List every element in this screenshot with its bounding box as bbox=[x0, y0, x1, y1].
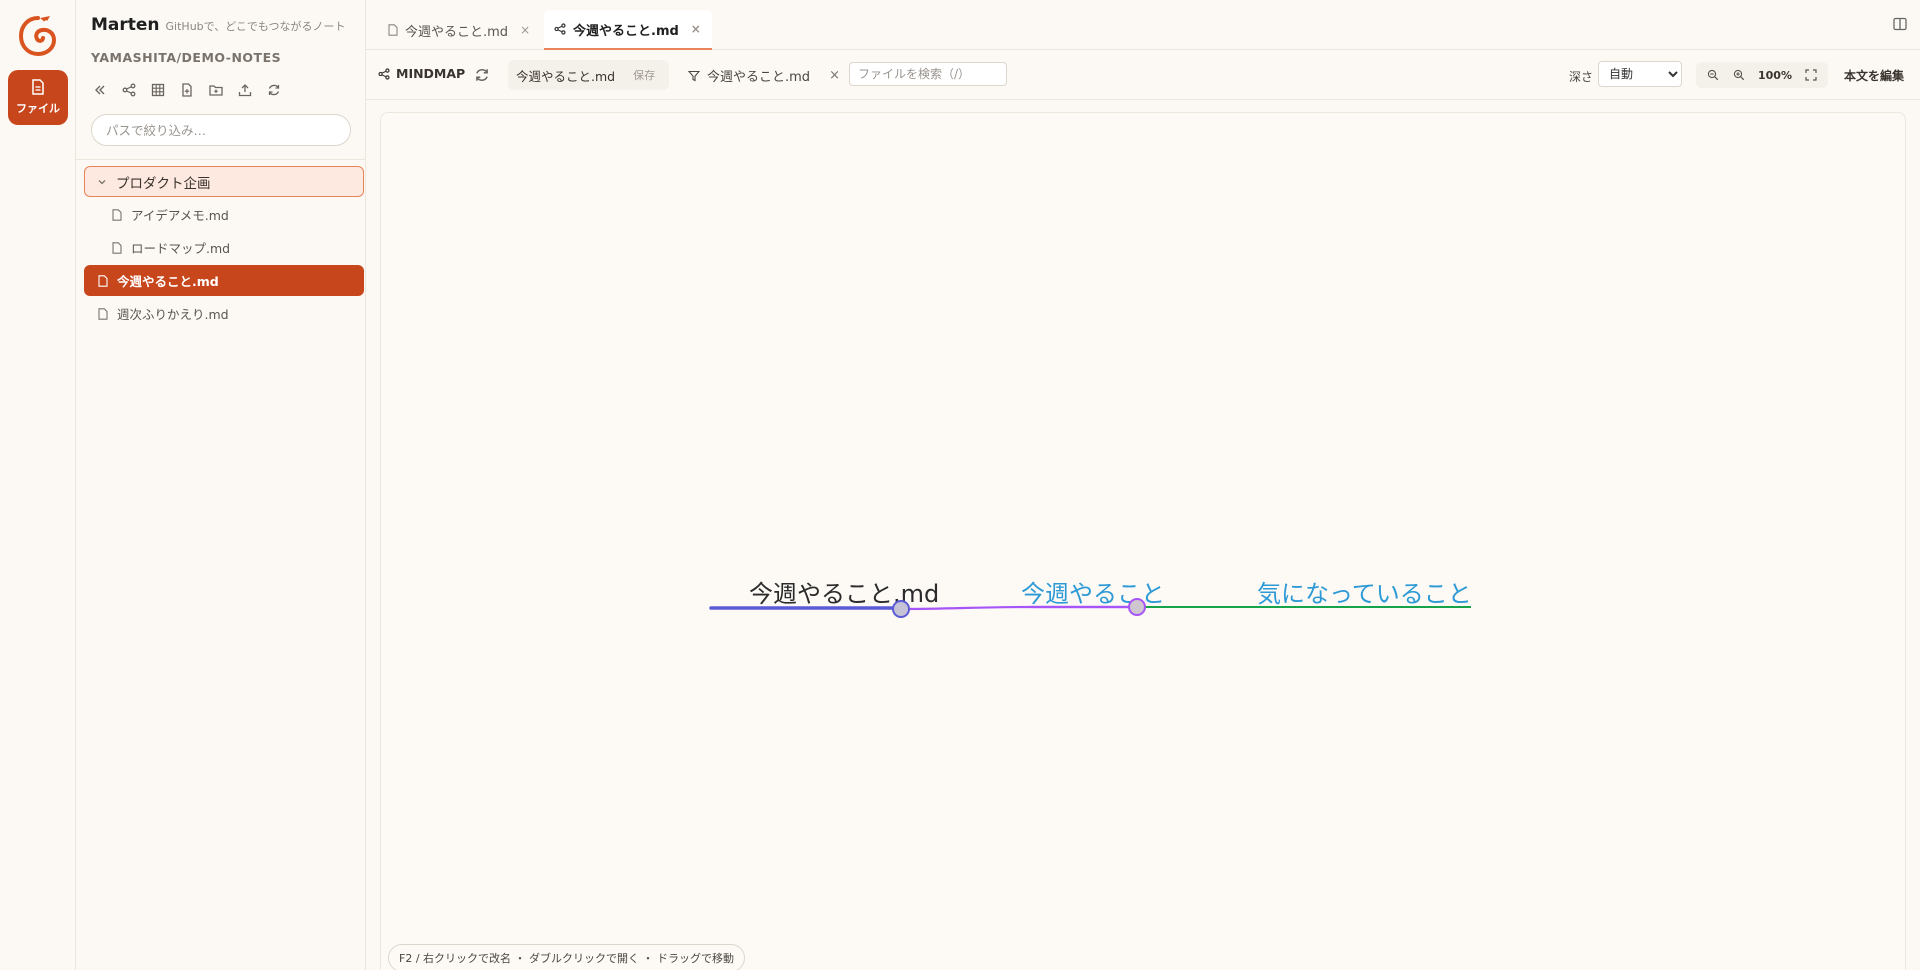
mindmap-child-toggle[interactable] bbox=[1128, 598, 1146, 616]
close-icon[interactable]: × bbox=[520, 23, 530, 37]
tree-folder-label: プロダクト企画 bbox=[116, 175, 211, 192]
new-file-button[interactable] bbox=[177, 80, 197, 100]
file-icon bbox=[110, 241, 124, 255]
file-filter-chip: 今週やること.md × bbox=[688, 66, 840, 85]
main-pane: 今週やること.md × 今週やること.md × MINDMAP 今週やること.m… bbox=[366, 0, 1920, 970]
mindmap-canvas[interactable]: 今週やること.md 今週やること 気になっていること bbox=[380, 112, 1906, 970]
save-button[interactable]: 保存 bbox=[633, 67, 655, 83]
share-nodes-icon bbox=[378, 67, 390, 80]
new-folder-button[interactable] bbox=[206, 80, 226, 100]
chevron-down-icon bbox=[95, 175, 109, 189]
brand: Marten GitHubで、どこでもつながるノート bbox=[91, 15, 345, 35]
tab-file[interactable]: 今週やること.md × bbox=[388, 10, 530, 50]
table-view-button[interactable] bbox=[148, 80, 168, 100]
tab-label: 今週やること.md bbox=[405, 24, 509, 40]
sidebar-divider bbox=[76, 159, 366, 160]
close-icon[interactable]: × bbox=[691, 22, 701, 36]
file-tree: プロダクト企画 アイデアメモ.md ロードマップ.md 今週やること.md 週次… bbox=[84, 166, 364, 331]
depth-select[interactable]: 自動 bbox=[1598, 61, 1682, 87]
mindmap-node-root[interactable]: 今週やること.md bbox=[749, 580, 939, 608]
tree-file-label: アイデアメモ.md bbox=[131, 208, 229, 223]
filter-icon bbox=[688, 70, 700, 81]
clear-filter-button[interactable]: × bbox=[829, 68, 840, 83]
document-icon bbox=[32, 79, 44, 95]
tree-file-this-week[interactable]: 今週やること.md bbox=[84, 265, 364, 296]
mindmap-mode-label: MINDMAP bbox=[378, 66, 465, 81]
tree-file-label: ロードマップ.md bbox=[131, 241, 231, 256]
file-icon bbox=[110, 208, 124, 222]
collapse-sidebar-button[interactable] bbox=[90, 80, 110, 100]
filter-chip-label: 今週やること.md bbox=[707, 70, 811, 85]
zoom-controls: 100% bbox=[1696, 62, 1828, 88]
mindmap-mode-text: MINDMAP bbox=[396, 66, 466, 81]
current-file-name: 今週やること.md bbox=[516, 68, 616, 84]
repo-name: YAMASHITA/DEMO-NOTES bbox=[91, 50, 282, 65]
current-file-chip: 今週やること.md 保存 bbox=[508, 60, 670, 90]
sidebar-toolbar bbox=[90, 80, 284, 100]
mindmap-root-toggle[interactable] bbox=[892, 600, 910, 618]
path-filter-input[interactable] bbox=[91, 114, 351, 146]
file-icon bbox=[96, 307, 110, 321]
depth-label: 深さ bbox=[1569, 70, 1594, 84]
file-search-input[interactable] bbox=[849, 62, 1007, 86]
fullscreen-icon bbox=[1805, 69, 1817, 81]
fit-view-button[interactable] bbox=[1804, 68, 1818, 82]
file-sidebar: Marten GitHubで、どこでもつながるノート YAMASHITA/DEM… bbox=[76, 0, 366, 970]
tree-file-idea-memo[interactable]: アイデアメモ.md bbox=[84, 199, 364, 230]
file-plus-icon bbox=[182, 83, 192, 97]
split-view-icon[interactable] bbox=[1892, 16, 1908, 32]
app-tagline: GitHubで、どこでもつながるノート bbox=[165, 20, 346, 33]
mindmap-node-grandchild[interactable]: 気になっていること bbox=[1257, 580, 1472, 608]
folder-plus-icon bbox=[209, 85, 223, 96]
edit-body-button[interactable]: 本文を編集 bbox=[1844, 67, 1904, 84]
sync-button[interactable] bbox=[264, 80, 284, 100]
tree-file-label: 今週やること.md bbox=[117, 274, 219, 289]
zoom-level: 100% bbox=[1758, 68, 1792, 82]
app-rail: ファイル bbox=[0, 0, 76, 970]
marten-logo-icon bbox=[18, 16, 57, 57]
files-rail-button[interactable]: ファイル bbox=[8, 70, 68, 125]
tree-file-weekly-review[interactable]: 週次ふりかえり.md bbox=[84, 298, 364, 329]
reload-mindmap-icon[interactable] bbox=[474, 67, 490, 83]
files-rail-label: ファイル bbox=[16, 102, 60, 115]
zoom-out-icon bbox=[1707, 69, 1719, 81]
app-name: Marten bbox=[91, 15, 160, 35]
upload-button[interactable] bbox=[235, 80, 255, 100]
zoom-out-button[interactable] bbox=[1706, 68, 1720, 82]
share-nodes-icon bbox=[122, 83, 136, 97]
mindmap-view-button[interactable] bbox=[119, 80, 139, 100]
share-nodes-icon bbox=[554, 23, 566, 35]
refresh-icon bbox=[268, 84, 280, 96]
keyboard-hint: F2 / 右クリックで改名 ・ ダブルクリックで開く ・ ドラッグで移動 bbox=[388, 944, 746, 970]
tab-mindmap[interactable]: 今週やること.md × bbox=[544, 10, 712, 50]
file-icon bbox=[388, 24, 398, 36]
double-chevron-left-icon bbox=[95, 85, 105, 95]
mindmap-toolbar: MINDMAP 今週やること.md 保存 今週やること.md × 深さ 自動 1… bbox=[366, 50, 1920, 100]
grid-icon bbox=[151, 83, 165, 97]
tree-file-roadmap[interactable]: ロードマップ.md bbox=[84, 232, 364, 263]
zoom-in-icon bbox=[1733, 69, 1745, 81]
tab-label: 今週やること.md bbox=[573, 23, 679, 39]
mindmap-svg: 今週やること.md 今週やること 気になっていること bbox=[709, 580, 1472, 618]
tab-bar: 今週やること.md × 今週やること.md × bbox=[366, 0, 1920, 50]
zoom-in-button[interactable] bbox=[1732, 68, 1746, 82]
tree-file-label: 週次ふりかえり.md bbox=[117, 307, 229, 322]
tree-folder-product-planning[interactable]: プロダクト企画 bbox=[84, 166, 364, 197]
upload-icon bbox=[238, 84, 252, 97]
file-icon bbox=[96, 274, 110, 288]
